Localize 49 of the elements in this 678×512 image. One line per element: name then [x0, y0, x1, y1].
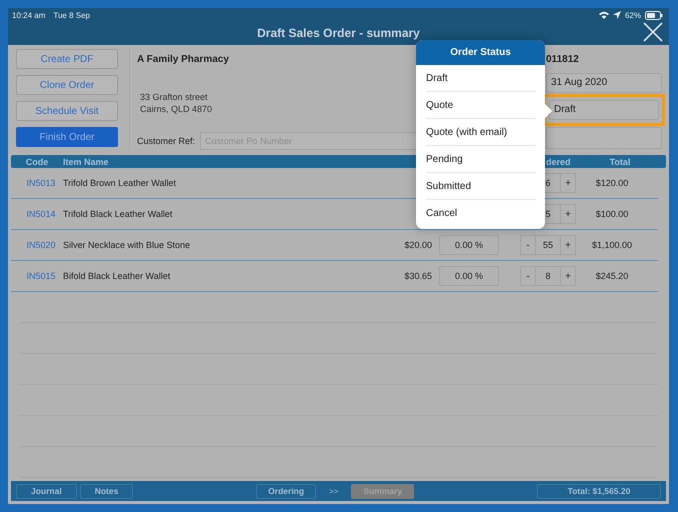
wifi-icon [598, 11, 609, 19]
status-field[interactable]: Draft [549, 100, 659, 120]
status-time: 10:24 am [12, 10, 46, 20]
status-option[interactable]: Cancel [426, 200, 536, 226]
item-name: Trifold Black Leather Wallet [63, 209, 174, 219]
column-header: Item Name [63, 156, 110, 166]
status-option[interactable]: Submitted [426, 173, 536, 200]
close-icon[interactable] [643, 22, 663, 42]
address-line: 33 Grafton street [140, 91, 208, 103]
column-header: dered [545, 156, 572, 166]
line-total: $245.20 [594, 271, 630, 281]
column-header: Total [608, 156, 632, 166]
increment-button[interactable]: + [560, 173, 576, 193]
item-name: Bifold Black Leather Wallet [63, 271, 172, 281]
discount-field[interactable]: 0.00 % [439, 235, 499, 255]
status-date: Tue 8 Sep [53, 10, 90, 20]
date-field[interactable]: 31 Aug 2020 [546, 73, 662, 93]
battery-percentage: 62% [624, 10, 641, 20]
order-total: Total: $1,565.20 [537, 484, 662, 498]
step-separator: >> [329, 486, 338, 496]
customer-ref-label: Customer Ref: [137, 136, 196, 146]
status-option[interactable]: Draft [426, 65, 536, 92]
address-line: Cairns, QLD 4870 [140, 103, 212, 115]
status-option[interactable]: Quote [426, 92, 536, 119]
line-total: $100.00 [594, 209, 630, 219]
order-number: 011812 [546, 54, 580, 67]
quantity-field[interactable]: 55 [536, 235, 560, 255]
increment-button[interactable]: + [560, 235, 576, 255]
window-title: Draft Sales Order - summary [257, 26, 420, 40]
increment-button[interactable]: + [560, 204, 576, 224]
item-name: Silver Necklace with Blue Stone [63, 240, 192, 250]
line-total: $1,100.00 [590, 240, 634, 250]
discount-field[interactable]: 0.00 % [439, 266, 499, 286]
item-price: $20.00 [404, 240, 432, 250]
decrement-button[interactable]: - [520, 235, 536, 255]
input-field[interactable] [546, 127, 662, 149]
location-icon [612, 11, 621, 19]
status-option[interactable]: Quote (with email) [426, 119, 536, 146]
decrement-button[interactable]: - [520, 266, 536, 286]
column-header: Code [24, 156, 50, 166]
line-total: $120.00 [594, 178, 630, 188]
popover-title: Order Status [416, 40, 545, 65]
status-option[interactable]: Pending [426, 146, 536, 173]
quantity-field[interactable]: 8 [536, 266, 560, 286]
item-price: $30.65 [404, 271, 432, 281]
item-name: Trifold Brown Leather Wallet [63, 178, 177, 188]
battery-icon [645, 10, 663, 20]
increment-button[interactable]: + [560, 266, 576, 286]
customer-name: A Family Pharmacy [137, 54, 230, 65]
